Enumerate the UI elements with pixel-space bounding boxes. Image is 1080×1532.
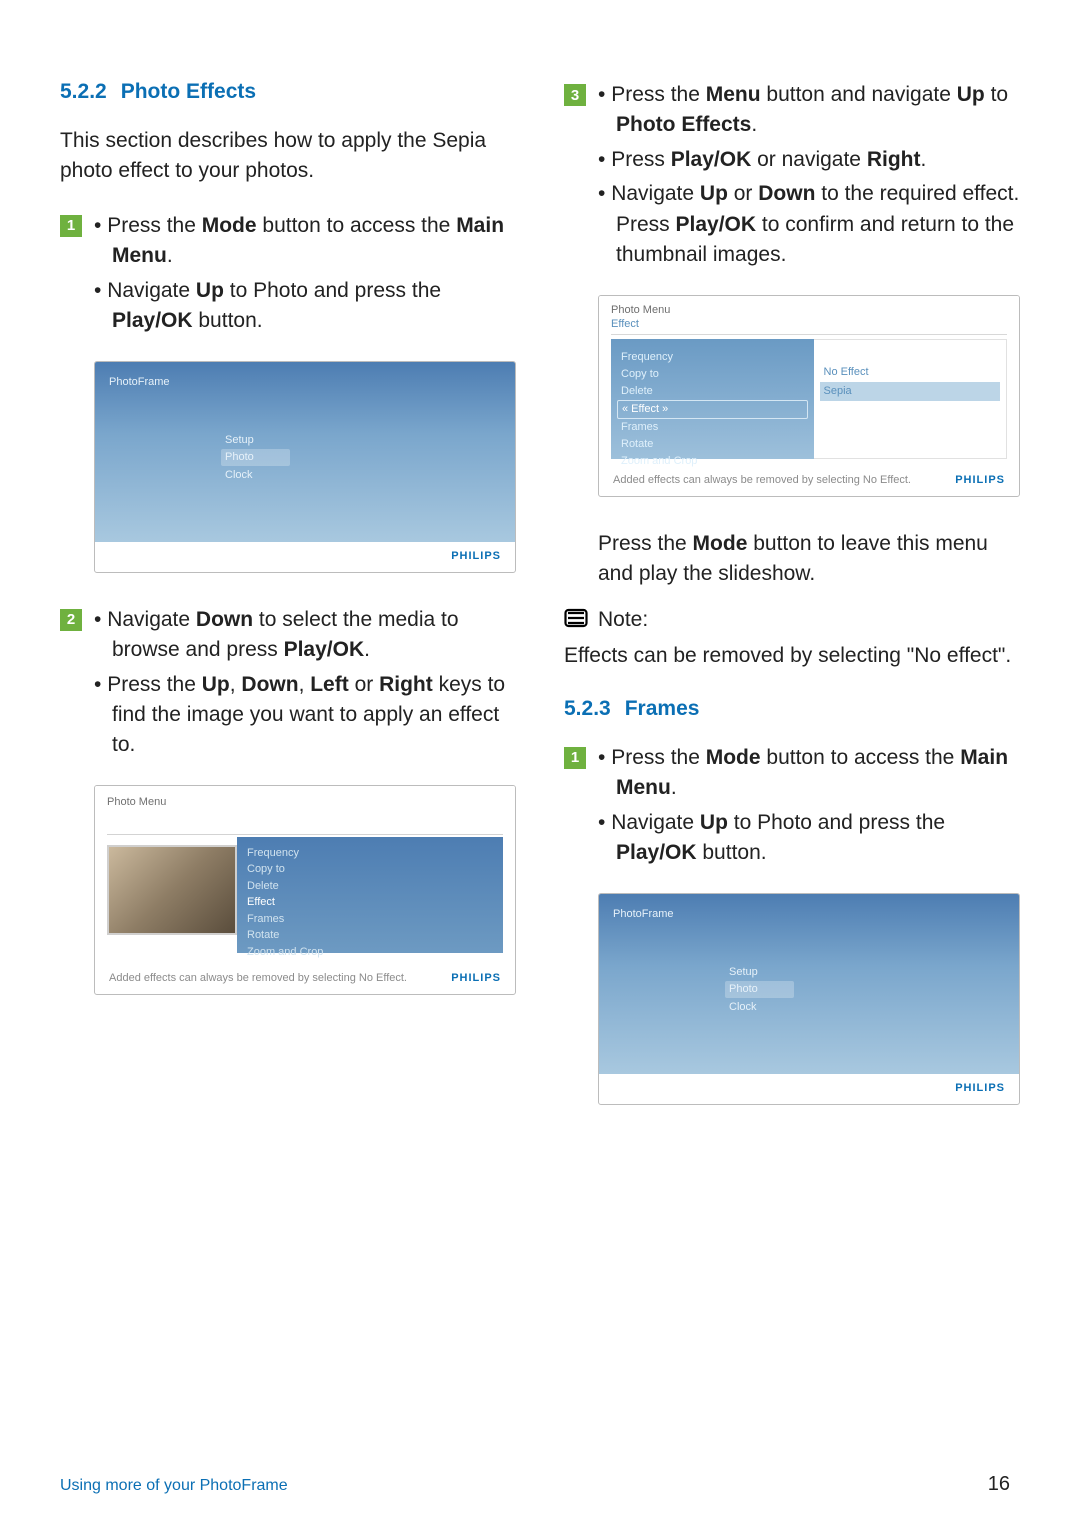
step-badge-1: 1 [564, 747, 586, 769]
eff-h1: Photo Menu [611, 304, 1007, 316]
note-icon [564, 606, 588, 635]
screen-footnote: Added effects can always be removed by s… [613, 474, 911, 486]
brand-logo: PHILIPS [451, 972, 501, 984]
menu-item-photo: Photo [221, 449, 290, 466]
main-menu-list: Setup Photo Clock [729, 964, 758, 1016]
screen-title: PhotoFrame [109, 376, 170, 388]
step-2b: Press the Up, Down, Left or Right keys t… [94, 670, 516, 761]
intro-522: This section describes how to apply the … [60, 126, 516, 187]
menu-item-photo: Photo [725, 981, 794, 998]
frames-1a: Press the Mode button to access the Main… [598, 743, 1020, 804]
menu-item-setup: Setup [729, 964, 758, 981]
step-3c: Navigate Up or Down to the required effe… [598, 179, 1020, 270]
step-badge-1: 1 [60, 215, 82, 237]
note-label: Note: [598, 608, 648, 632]
eff-h2: Effect [611, 318, 1007, 335]
heading-522: 5.2.2 Photo Effects [60, 80, 516, 104]
step-3b: Press Play/OK or navigate Right. [598, 145, 1020, 175]
heading-523: 5.2.3 Frames [564, 697, 1020, 721]
step-2a: Navigate Down to select the media to bro… [94, 605, 516, 666]
eff-right-list: No Effect Sepia [814, 339, 1008, 459]
screenshot-main-menu: PhotoFrame Setup Photo Clock PHILIPS [94, 361, 516, 573]
eff-left-list: Frequency Copy to Delete « Effect » Fram… [611, 339, 814, 459]
step-3a: Press the Menu button and navigate Up to… [598, 80, 1020, 141]
page-footer: Using more of your PhotoFrame 16 [60, 1473, 1010, 1496]
screenshot-main-menu-2: PhotoFrame Setup Photo Clock PHILIPS [598, 893, 1020, 1105]
section-number: 5.2.3 [564, 697, 611, 721]
step-1b: Navigate Up to Photo and press the Play/… [94, 276, 516, 337]
section-title: Frames [625, 697, 700, 721]
step-3: 3 Press the Menu button and navigate Up … [564, 80, 1020, 275]
screenshot-photo-menu: Photo Menu Frequency Copy to Delete Effe… [94, 785, 516, 995]
main-menu-list: Setup Photo Clock [225, 432, 254, 484]
page-number: 16 [988, 1473, 1010, 1496]
menu-item-clock: Clock [729, 999, 758, 1016]
frames-1b: Navigate Up to Photo and press the Play/… [598, 808, 1020, 869]
step-badge-3: 3 [564, 84, 586, 106]
brand-logo: PHILIPS [451, 550, 501, 562]
section-title: Photo Effects [121, 80, 256, 104]
screenshot-effect-menu: Photo Menu Effect Frequency Copy to Dele… [598, 295, 1020, 497]
menu-item-setup: Setup [225, 432, 254, 449]
right-column: 3 Press the Menu button and navigate Up … [564, 80, 1020, 1137]
note-text: Effects can be removed by selecting "No … [564, 641, 1020, 671]
pm-list: Frequency Copy to Delete Effect Frames R… [237, 837, 503, 953]
pm-header: Photo Menu [107, 796, 503, 835]
section-number: 5.2.2 [60, 80, 107, 104]
brand-logo: PHILIPS [955, 474, 1005, 486]
menu-item-clock: Clock [225, 467, 254, 484]
brand-logo: PHILIPS [955, 1082, 1005, 1094]
screen-title: PhotoFrame [613, 908, 674, 920]
frames-step-1: 1 Press the Mode button to access the Ma… [564, 743, 1020, 873]
step-badge-2: 2 [60, 609, 82, 631]
screen-footnote: Added effects can always be removed by s… [109, 972, 407, 984]
step-2: 2 Navigate Down to select the media to b… [60, 605, 516, 765]
footer-breadcrumb: Using more of your PhotoFrame [60, 1477, 288, 1495]
after-screen-3: Press the Mode button to leave this menu… [564, 529, 1020, 590]
photo-thumbnail [107, 845, 237, 935]
step-1a: Press the Mode button to access the Main… [94, 211, 516, 272]
left-column: 5.2.2 Photo Effects This section describ… [60, 80, 516, 1137]
note-row: Note: [564, 606, 1020, 635]
step-1: 1 Press the Mode button to access the Ma… [60, 211, 516, 341]
